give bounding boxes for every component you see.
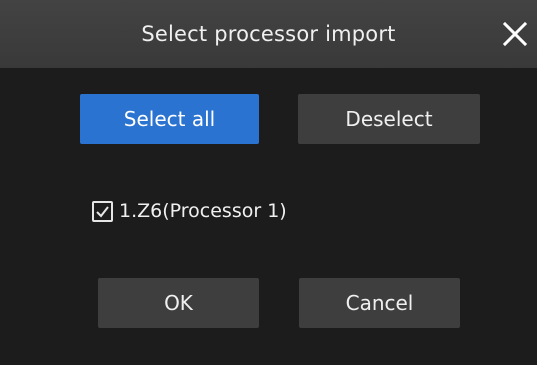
- deselect-button[interactable]: Deselect: [298, 94, 480, 144]
- close-icon: [502, 21, 528, 47]
- processor-checkbox[interactable]: [92, 200, 113, 222]
- processor-item-1[interactable]: 1.Z6(Processor 1): [92, 196, 287, 226]
- select-processor-import-dialog: Select processor import Select all Desel…: [0, 0, 537, 365]
- close-button[interactable]: [493, 8, 537, 60]
- dialog-body: Select all Deselect 1.Z6(Processor 1) OK…: [0, 68, 537, 365]
- dialog-titlebar: Select processor import: [0, 0, 537, 68]
- checkmark-icon: [96, 205, 109, 218]
- cancel-button[interactable]: Cancel: [299, 278, 460, 328]
- dialog-title: Select processor import: [141, 22, 396, 46]
- select-all-button[interactable]: Select all: [80, 94, 259, 144]
- processor-label: 1.Z6(Processor 1): [119, 200, 287, 222]
- ok-button[interactable]: OK: [98, 278, 259, 328]
